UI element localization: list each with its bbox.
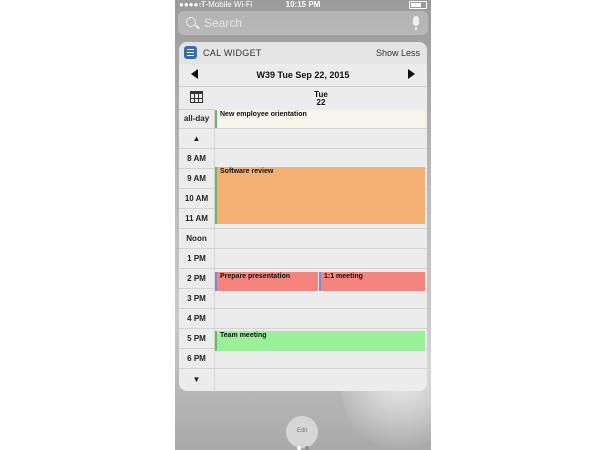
row-label: 11 AM: [179, 209, 215, 228]
phone-screen: ●●●●○ T-Mobile Wi-Fi 10:15 PM Search CAL…: [175, 0, 431, 450]
event-title: 1:1 meeting: [324, 273, 363, 280]
search-input[interactable]: Search: [204, 16, 242, 30]
row-noon: Noon: [179, 229, 427, 249]
time-slot[interactable]: [215, 149, 427, 168]
microphone-icon[interactable]: [413, 16, 419, 30]
row-1pm: 1 PM: [179, 249, 427, 269]
event-new-employee-orientation[interactable]: New employee orientation: [215, 110, 425, 128]
event-software-review[interactable]: Software review: [215, 167, 425, 224]
time-slot[interactable]: [215, 349, 427, 368]
row-label: 8 AM: [179, 149, 215, 168]
event-prepare-presentation[interactable]: Prepare presentation: [215, 272, 318, 291]
week-navigator: W39 Tue Sep 22, 2015: [179, 64, 427, 87]
row-label: all-day: [179, 109, 215, 128]
row-8am: 8 AM: [179, 149, 427, 169]
row-3pm: 3 PM: [179, 289, 427, 309]
calendar-icon[interactable]: [190, 91, 203, 103]
time-slot[interactable]: [215, 309, 427, 328]
page-dot-active: [297, 446, 301, 450]
time-slot[interactable]: [215, 229, 427, 248]
edit-label: Edit: [296, 428, 308, 434]
day-number[interactable]: 22: [215, 98, 427, 107]
event-title: Team meeting: [220, 332, 267, 339]
time-slot[interactable]: [215, 249, 427, 268]
battery-icon: [409, 1, 427, 9]
page-dot: [305, 446, 309, 450]
row-scroll-up[interactable]: ▲: [179, 129, 427, 149]
row-label: 10 AM: [179, 189, 215, 208]
row-label: 9 AM: [179, 169, 215, 188]
show-less-button[interactable]: Show Less: [376, 48, 420, 58]
event-title: New employee orientation: [220, 111, 307, 118]
row-label: 4 PM: [179, 309, 215, 328]
clock: 10:15 PM: [285, 0, 321, 9]
day-header: Tue 22: [179, 87, 427, 152]
row-4pm: 4 PM: [179, 309, 427, 329]
row-label: 2 PM: [179, 269, 215, 288]
row-label: 6 PM: [179, 349, 215, 368]
row-6pm: 6 PM: [179, 349, 427, 369]
widget-title: CAL WIDGET: [203, 48, 262, 58]
cal-widget: CAL WIDGET Show Less W39 Tue Sep 22, 201…: [179, 42, 427, 391]
day-grid: all-day ▲ 8 AM 9 AM 10 AM 11 AM Noon 1 P…: [179, 109, 427, 391]
calendar-app-icon: [184, 46, 197, 59]
status-bar: ●●●●○ T-Mobile Wi-Fi 10:15 PM: [175, 0, 431, 9]
time-slot[interactable]: [215, 289, 427, 308]
scroll-down-icon[interactable]: ▼: [179, 369, 215, 391]
row-scroll-down[interactable]: ▼: [179, 369, 427, 391]
row-label: 1 PM: [179, 249, 215, 268]
next-arrow-icon[interactable]: [408, 69, 415, 79]
event-title: Software review: [220, 168, 274, 175]
event-one-on-one-meeting[interactable]: 1:1 meeting: [319, 272, 425, 291]
page-indicator: [175, 437, 431, 450]
widget-header: CAL WIDGET Show Less: [179, 42, 427, 64]
week-title: W39 Tue Sep 22, 2015: [256, 70, 350, 80]
row-label: Noon: [179, 229, 215, 248]
scroll-up-icon[interactable]: ▲: [179, 129, 215, 148]
time-slot[interactable]: [215, 129, 427, 148]
search-icon: [186, 17, 196, 27]
row-label: 5 PM: [179, 329, 215, 348]
time-slot[interactable]: [215, 369, 427, 391]
event-team-meeting[interactable]: Team meeting: [215, 331, 425, 351]
event-title: Prepare presentation: [220, 273, 291, 280]
search-bar[interactable]: Search: [178, 11, 428, 35]
row-label: 3 PM: [179, 289, 215, 308]
